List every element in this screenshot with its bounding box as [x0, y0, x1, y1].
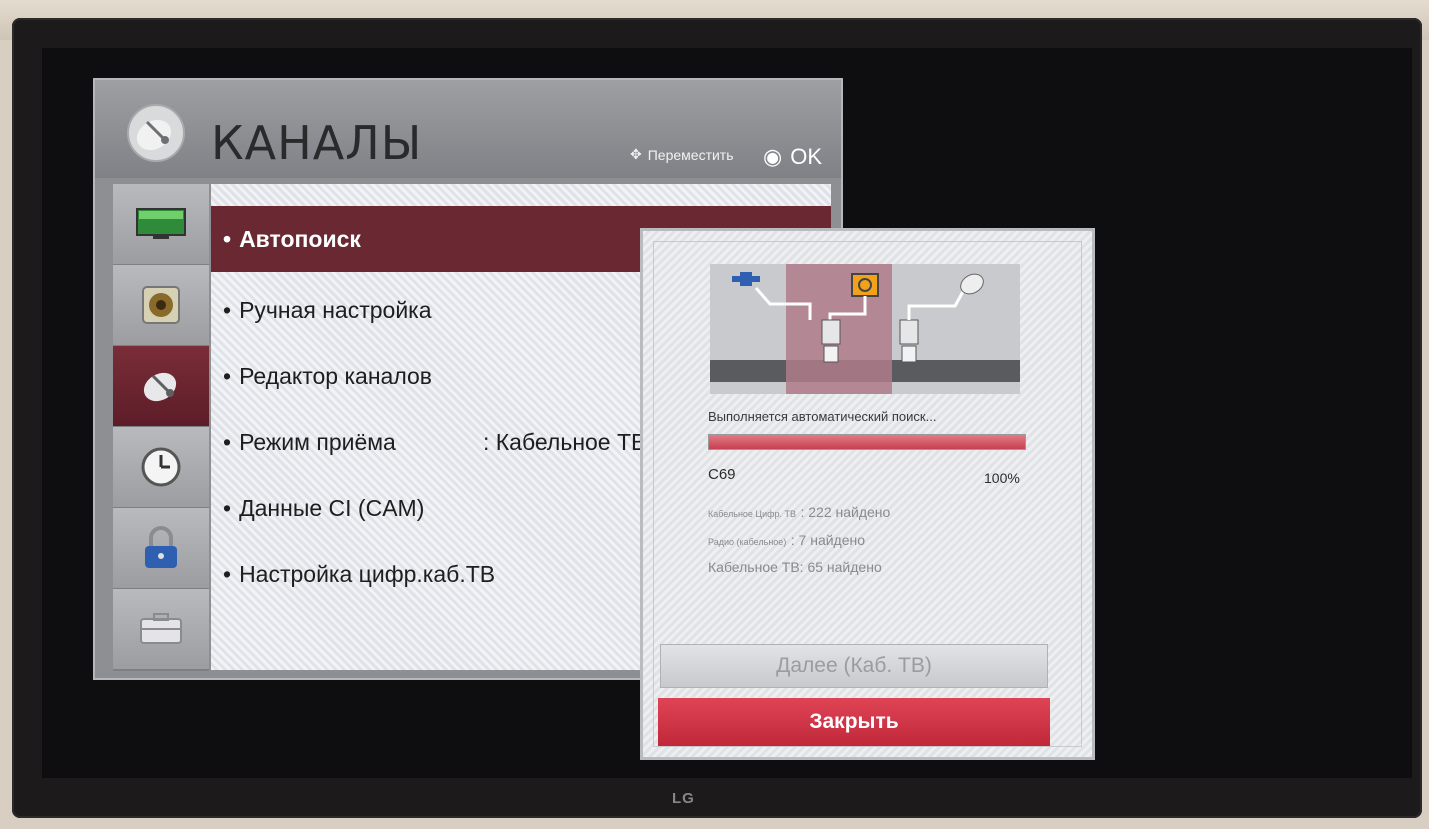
menu-header: КАНАЛЫ ✥ Переместить ◉ OK	[95, 80, 841, 178]
sidebar-item-time[interactable]	[113, 427, 209, 509]
stat-label: Кабельное ТВ	[708, 559, 800, 575]
ok-hint-label: OK	[790, 144, 822, 169]
menu-item-label: Режим приёма	[239, 428, 396, 455]
stat-cable-tv: Кабельное ТВ: 65 найдено	[708, 559, 882, 575]
progress-percent: 100%	[984, 470, 1020, 486]
move-hint: ✥ Переместить	[630, 146, 734, 163]
sidebar-item-options[interactable]	[113, 589, 209, 671]
speaker-icon	[142, 286, 180, 324]
search-progress-fill	[709, 435, 1025, 449]
toolbox-icon	[140, 613, 182, 644]
stat-digital-cable: Кабельное Цифр. ТВ : 222 найдено	[708, 504, 890, 522]
bullet-icon: •	[223, 296, 232, 323]
close-button[interactable]: Закрыть	[658, 698, 1050, 746]
menu-item-label: Автопоиск	[239, 225, 361, 252]
picture-icon	[136, 208, 186, 239]
ok-button-icon: ◉	[763, 144, 783, 169]
stat-count: : 65 найдено	[799, 559, 882, 575]
bullet-icon: •	[223, 225, 232, 252]
page-title: КАНАЛЫ	[211, 116, 423, 170]
tuning-diagram-icon	[710, 264, 1020, 394]
stat-label: Кабельное Цифр. ТВ	[708, 509, 797, 519]
reception-mode-value: : Кабельное ТВ	[483, 428, 647, 455]
menu-item-label: Ручная настройка	[239, 296, 432, 323]
stat-count: : 7 найдено	[790, 532, 866, 548]
menu-item-label: Редактор каналов	[239, 362, 433, 389]
ok-hint: ◉ OK	[763, 144, 822, 170]
sidebar-item-picture[interactable]	[113, 184, 209, 266]
lock-icon	[145, 526, 177, 568]
search-status-text: Выполняется автоматический поиск...	[708, 409, 937, 424]
satellite-dish-icon	[143, 372, 177, 402]
search-progress-bar	[708, 434, 1026, 450]
bullet-icon: •	[223, 362, 232, 389]
sidebar-item-sound[interactable]	[113, 265, 209, 347]
bullet-icon: •	[223, 560, 232, 587]
bullet-icon: •	[223, 494, 232, 521]
menu-item-label: Данные CI (CAM)	[239, 494, 425, 521]
next-button[interactable]: Далее (Каб. ТВ)	[660, 644, 1048, 688]
dialog-body: Выполняется автоматический поиск... C69 …	[653, 241, 1082, 747]
navigation-arrows-icon: ✥	[630, 146, 642, 162]
menu-item-label: Настройка цифр.каб.ТВ	[239, 560, 496, 587]
stat-label: Радио (кабельное)	[708, 537, 787, 547]
sidebar-item-channels[interactable]	[113, 346, 209, 428]
current-channel: C69	[708, 466, 736, 483]
bullet-icon: •	[223, 428, 232, 455]
auto-search-dialog: Выполняется автоматический поиск... C69 …	[640, 228, 1095, 760]
clock-icon	[141, 447, 181, 487]
category-sidebar	[113, 184, 209, 671]
stat-count: : 222 найдено	[800, 504, 891, 520]
move-hint-label: Переместить	[647, 146, 734, 163]
stat-cable-radio: Радио (кабельное) : 7 найдено	[708, 532, 865, 550]
satellite-dish-icon	[127, 104, 185, 162]
sidebar-item-lock[interactable]	[113, 508, 209, 590]
brand-logo: LG	[672, 790, 695, 807]
